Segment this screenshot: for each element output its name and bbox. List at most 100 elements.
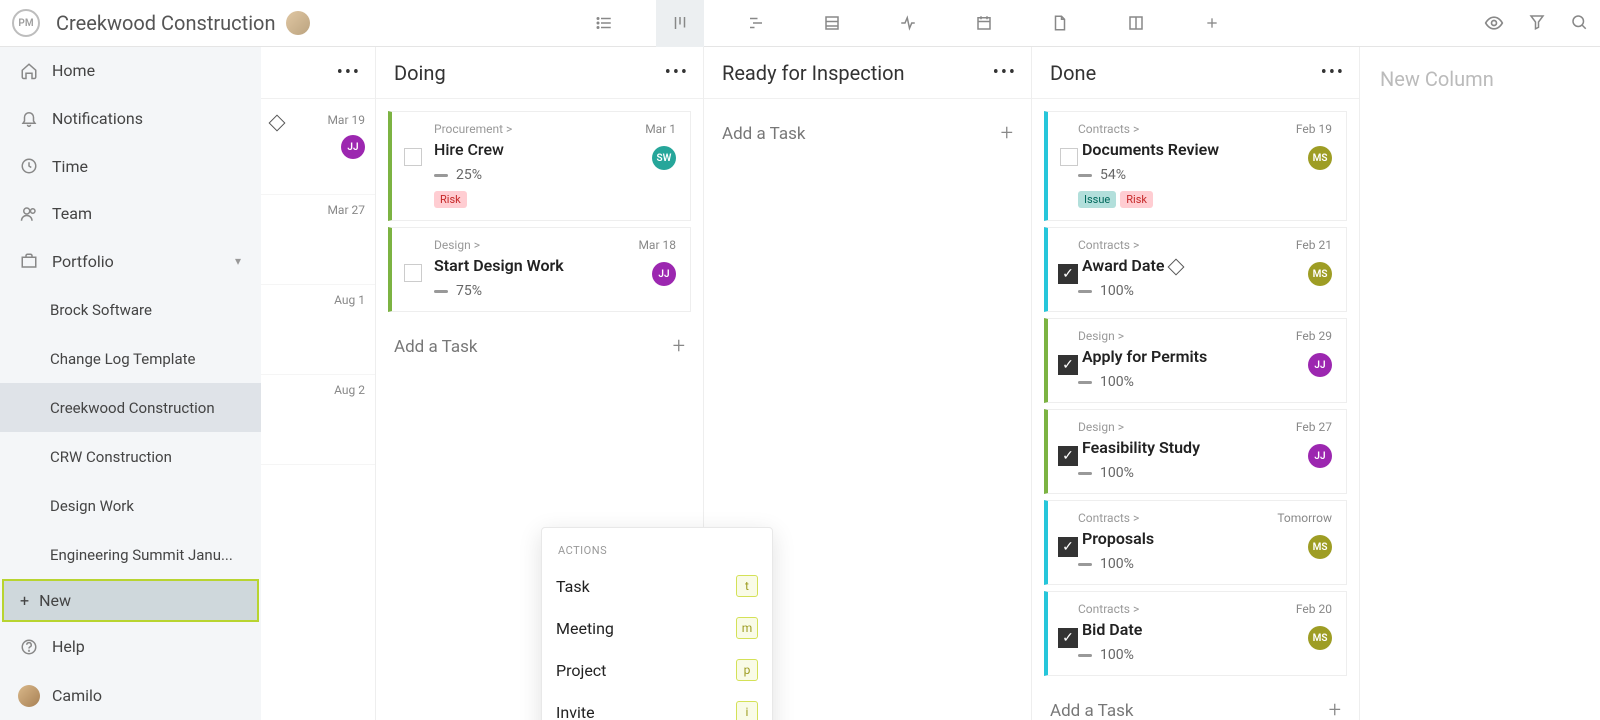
checkbox-checked-icon[interactable]: ✓ — [1058, 446, 1078, 466]
popup-action[interactable]: Invitei — [544, 691, 770, 720]
help-icon — [20, 638, 38, 656]
task-card[interactable]: Contracts >Documents Review54%Feb 19MSIs… — [1044, 111, 1347, 221]
popup-action[interactable]: Taskt — [544, 565, 770, 607]
checkbox-icon[interactable] — [1060, 148, 1078, 166]
assignee-badge[interactable]: JJ — [1308, 444, 1332, 468]
popup-action-label: Project — [556, 661, 606, 680]
task-card[interactable]: Design >Start Design Work75%Mar 18JJ — [388, 227, 691, 312]
task-card[interactable]: ✓Contracts > Award Date 100% Feb 21 MS — [1044, 227, 1347, 312]
task-card-partial[interactable]: Mar 27 — [261, 195, 375, 285]
popup-action[interactable]: Projectp — [544, 649, 770, 691]
column-menu-icon[interactable]: ••• — [1321, 62, 1345, 83]
column-menu-icon[interactable]: ••• — [337, 62, 361, 83]
task-date: Feb 27 — [1296, 420, 1332, 434]
current-user[interactable]: Camilo — [0, 671, 261, 720]
task-date: Feb 21 — [1296, 238, 1332, 252]
assignee-badge[interactable]: MS — [1308, 626, 1332, 650]
column-menu-icon[interactable]: ••• — [993, 62, 1017, 83]
sidebar-item[interactable]: Engineering Summit Janu... — [0, 530, 261, 579]
project-title[interactable]: Creekwood Construction — [56, 11, 276, 35]
task-breadcrumb[interactable]: Procurement > — [434, 122, 676, 136]
nav-team[interactable]: Team — [0, 190, 261, 238]
sheet-view-icon[interactable] — [808, 0, 856, 47]
board-view-icon[interactable] — [656, 0, 704, 47]
task-date: Mar 18 — [638, 238, 676, 252]
column-menu-icon[interactable]: ••• — [665, 62, 689, 83]
nav-time-label: Time — [52, 157, 88, 176]
list-view-icon[interactable] — [580, 0, 628, 47]
new-column[interactable]: New Column — [1360, 47, 1600, 720]
task-breadcrumb[interactable]: Design > — [1078, 420, 1332, 434]
assignee-badge[interactable]: MS — [1308, 535, 1332, 559]
search-icon[interactable] — [1570, 13, 1588, 33]
popup-action[interactable]: Meetingm — [544, 607, 770, 649]
add-task-label: Add a Task — [394, 337, 477, 357]
assignee-badge[interactable]: JJ — [1308, 353, 1332, 377]
checkbox-icon[interactable] — [404, 264, 422, 282]
assignee-badge[interactable]: MS — [1308, 262, 1332, 286]
gantt-view-icon[interactable] — [732, 0, 780, 47]
project-avatar[interactable] — [286, 11, 310, 35]
task-card[interactable]: ✓Contracts >Bid Date100%Feb 20MS — [1044, 591, 1347, 676]
task-card-partial[interactable]: Aug 1 — [261, 285, 375, 375]
task-card-partial[interactable]: Aug 2 — [261, 375, 375, 465]
nav-notifications-label: Notifications — [52, 109, 143, 128]
add-view-icon[interactable] — [1188, 0, 1236, 47]
visibility-icon[interactable] — [1484, 13, 1504, 33]
nav-home[interactable]: Home — [0, 47, 261, 95]
task-tag[interactable]: Risk — [434, 191, 467, 208]
checkbox-checked-icon[interactable]: ✓ — [1058, 355, 1078, 375]
files-view-icon[interactable] — [1036, 0, 1084, 47]
assignee-badge[interactable]: JJ — [652, 262, 676, 286]
task-date: Feb 29 — [1296, 329, 1332, 343]
plus-icon: + — [673, 334, 685, 359]
nav-notifications[interactable]: Notifications — [0, 95, 261, 143]
assignee-badge[interactable]: SW — [652, 146, 676, 170]
sidebar-item[interactable]: Brock Software — [0, 285, 261, 334]
calendar-view-icon[interactable] — [960, 0, 1008, 47]
task-progress: 100% — [1078, 465, 1332, 481]
add-task-done[interactable]: Add a Task+ — [1032, 682, 1359, 720]
task-breadcrumb[interactable]: Contracts > — [1078, 602, 1332, 616]
nav-help[interactable]: Help — [0, 622, 261, 671]
task-card[interactable]: ✓Contracts >Proposals100%TomorrowMS — [1044, 500, 1347, 585]
task-breadcrumb[interactable]: Design > — [1078, 329, 1332, 343]
nav-portfolio[interactable]: Portfolio▾ — [0, 238, 261, 286]
add-task-doing[interactable]: Add a Task + — [376, 318, 703, 375]
task-progress: 100% — [1078, 283, 1332, 299]
checkbox-checked-icon[interactable]: ✓ — [1058, 628, 1078, 648]
team-icon — [20, 205, 38, 223]
task-card[interactable]: ✓Design >Apply for Permits100%Feb 29JJ — [1044, 318, 1347, 403]
sidebar-item[interactable]: Design Work — [0, 481, 261, 530]
sidebar-item[interactable]: Change Log Template — [0, 334, 261, 383]
sidebar-item[interactable]: CRW Construction — [0, 432, 261, 481]
filter-icon[interactable] — [1528, 13, 1546, 33]
popup-header: ACTIONS — [544, 540, 770, 565]
panel-view-icon[interactable] — [1112, 0, 1160, 47]
task-card[interactable]: ✓Design > Feasibility Study 100% Feb 27 JJ — [1044, 409, 1347, 494]
task-tag[interactable]: Risk — [1120, 191, 1153, 208]
checkbox-icon[interactable] — [404, 148, 422, 166]
assignee-badge[interactable]: JJ — [341, 135, 365, 159]
add-task-ready[interactable]: Add a Task+ — [704, 105, 1031, 162]
checkbox-checked-icon[interactable]: ✓ — [1058, 264, 1078, 284]
app-logo[interactable]: PM — [12, 9, 40, 37]
plus-icon: + — [1001, 121, 1013, 146]
task-card-partial[interactable]: Mar 19JJ — [261, 105, 375, 195]
checkbox-checked-icon[interactable]: ✓ — [1058, 537, 1078, 557]
actions-popup: ACTIONS TasktMeetingmProjectpInvitei — [541, 527, 773, 720]
task-tag[interactable]: Issue — [1078, 191, 1116, 208]
task-date: Aug 2 — [334, 383, 365, 397]
task-breadcrumb[interactable]: Contracts > — [1078, 122, 1332, 136]
assignee-badge[interactable]: MS — [1308, 146, 1332, 170]
plus-icon: + — [20, 591, 29, 610]
nav-time[interactable]: Time — [0, 142, 261, 190]
activity-view-icon[interactable] — [884, 0, 932, 47]
task-card[interactable]: Procurement >Hire Crew25%Mar 1SWRisk — [388, 111, 691, 221]
task-title: Award Date — [1082, 256, 1332, 275]
task-breadcrumb[interactable]: Contracts > — [1078, 238, 1332, 252]
task-title: Feasibility Study — [1082, 438, 1332, 457]
new-button[interactable]: +New — [2, 579, 259, 622]
sidebar-item[interactable]: Creekwood Construction — [0, 383, 261, 432]
task-progress: 100% — [1078, 647, 1332, 663]
